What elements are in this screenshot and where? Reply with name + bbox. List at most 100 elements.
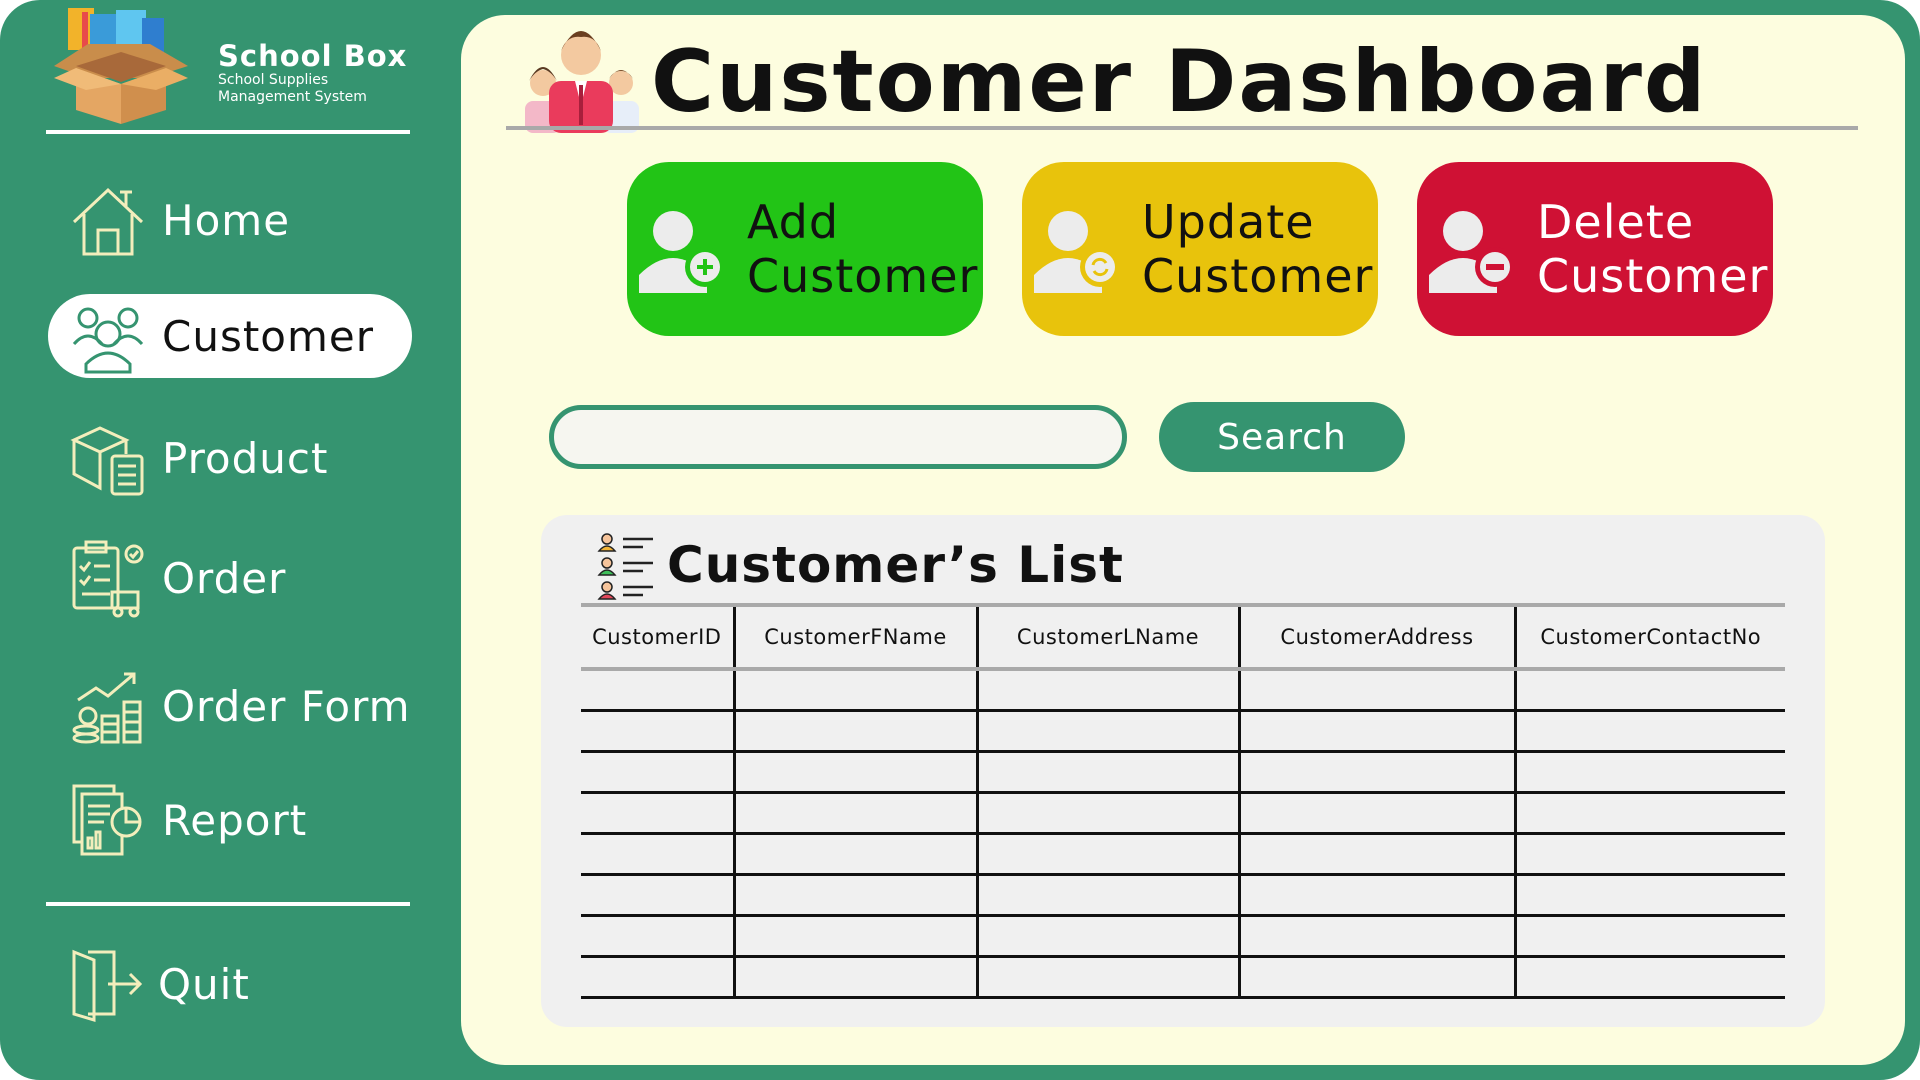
table-cell[interactable]	[732, 874, 977, 917]
table-cell[interactable]	[975, 956, 1239, 999]
main-panel: Customer Dashboard Add Customer Update C…	[461, 15, 1905, 1065]
table-row[interactable]	[581, 833, 1785, 876]
exit-door-icon	[72, 949, 143, 1023]
sidebar-item-report[interactable]: Report	[48, 778, 412, 862]
update-user-icon	[1034, 211, 1120, 293]
table-cell[interactable]	[1237, 874, 1515, 917]
title-divider	[506, 126, 1858, 130]
customer-table-wrapper: CustomerID CustomerFName CustomerLName C…	[581, 603, 1785, 999]
table-cell[interactable]	[1237, 833, 1515, 876]
table-cell[interactable]	[975, 792, 1239, 835]
delete-customer-label-line1: Delete	[1537, 195, 1695, 249]
table-cell[interactable]	[732, 710, 977, 753]
sidebar-divider-bottom	[46, 902, 410, 906]
table-cell[interactable]	[732, 833, 977, 876]
sidebar-item-customer[interactable]: Customer	[48, 294, 412, 378]
table-cell[interactable]	[975, 915, 1239, 958]
delete-customer-label: Delete Customer	[1537, 195, 1768, 303]
table-row[interactable]	[581, 915, 1785, 958]
quit-button[interactable]: Quit	[48, 942, 412, 1026]
table-cell[interactable]	[732, 915, 977, 958]
table-row[interactable]	[581, 956, 1785, 999]
sidebar-item-label-home: Home	[162, 195, 291, 245]
table-row[interactable]	[581, 792, 1785, 835]
table-cell[interactable]	[581, 915, 734, 958]
page-title: Customer Dashboard	[651, 32, 1708, 132]
app-window: School Box School Supplies Management Sy…	[0, 0, 1920, 1080]
table-cell[interactable]	[1513, 710, 1785, 753]
table-row[interactable]	[581, 710, 1785, 753]
table-cell[interactable]	[1237, 915, 1515, 958]
table-cell[interactable]	[1513, 751, 1785, 794]
sidebar-item-product[interactable]: Product	[48, 416, 412, 500]
table-row[interactable]	[581, 669, 1785, 712]
table-row[interactable]	[581, 751, 1785, 794]
delete-customer-button[interactable]: Delete Customer	[1417, 162, 1773, 336]
sidebar-item-home[interactable]: Home	[48, 178, 412, 262]
table-cell[interactable]	[975, 833, 1239, 876]
table-cell[interactable]	[732, 669, 977, 712]
table-cell[interactable]	[732, 751, 977, 794]
delete-user-icon	[1429, 211, 1515, 293]
customer-table-body	[581, 669, 1785, 999]
customer-list-card: Customer’s List CustomerID CustomerFName…	[541, 515, 1825, 1027]
column-header-customer-id[interactable]: CustomerID	[581, 603, 734, 671]
table-cell[interactable]	[1513, 833, 1785, 876]
add-user-icon	[639, 211, 725, 293]
table-cell[interactable]	[1237, 751, 1515, 794]
column-header-customer-lname[interactable]: CustomerLName	[975, 603, 1239, 671]
table-cell[interactable]	[975, 751, 1239, 794]
sidebar-divider-top	[46, 130, 410, 134]
table-cell[interactable]	[581, 956, 734, 999]
table-cell[interactable]	[1513, 956, 1785, 999]
quit-label: Quit	[158, 959, 250, 1009]
table-cell[interactable]	[1513, 669, 1785, 712]
sidebar-item-label-order: Order	[162, 553, 287, 603]
update-customer-button[interactable]: Update Customer	[1022, 162, 1378, 336]
order-clipboard-icon	[72, 540, 144, 618]
table-cell[interactable]	[581, 710, 734, 753]
column-header-customer-address[interactable]: CustomerAddress	[1237, 603, 1515, 671]
customer-group-icon	[525, 31, 639, 133]
add-customer-label: Add Customer	[747, 195, 978, 303]
update-customer-label-line2: Customer	[1142, 249, 1374, 303]
product-box-icon	[70, 426, 144, 496]
table-cell[interactable]	[1513, 792, 1785, 835]
table-cell[interactable]	[732, 956, 977, 999]
brand-subtitle-1: School Supplies	[218, 72, 329, 88]
sidebar-item-order[interactable]: Order	[48, 536, 412, 620]
sidebar-item-order-form[interactable]: Order Form	[48, 664, 412, 748]
table-cell[interactable]	[732, 792, 977, 835]
table-cell[interactable]	[581, 792, 734, 835]
home-icon	[72, 187, 144, 256]
table-cell[interactable]	[581, 669, 734, 712]
table-cell[interactable]	[581, 833, 734, 876]
column-header-customer-contact[interactable]: CustomerContactNo	[1513, 603, 1785, 671]
add-customer-label-line1: Add	[747, 195, 840, 249]
table-cell[interactable]	[581, 751, 734, 794]
table-cell[interactable]	[975, 874, 1239, 917]
table-cell[interactable]	[975, 669, 1239, 712]
table-cell[interactable]	[1237, 669, 1515, 712]
table-cell[interactable]	[581, 874, 734, 917]
table-cell[interactable]	[1237, 710, 1515, 753]
table-cell[interactable]	[1513, 915, 1785, 958]
search-button[interactable]: Search	[1159, 402, 1405, 472]
user-list-icon	[597, 533, 653, 600]
table-cell[interactable]	[1513, 874, 1785, 917]
sidebar-item-label-customer: Customer	[162, 311, 375, 361]
delete-customer-label-line2: Customer	[1537, 249, 1769, 303]
brand-logo: School Box School Supplies Management Sy…	[46, 6, 416, 126]
add-customer-button[interactable]: Add Customer	[627, 162, 983, 336]
table-cell[interactable]	[1237, 792, 1515, 835]
table-row[interactable]	[581, 874, 1785, 917]
update-customer-label-line1: Update	[1142, 195, 1315, 249]
customer-table[interactable]: CustomerID CustomerFName CustomerLName C…	[581, 603, 1785, 999]
table-cell[interactable]	[1237, 956, 1515, 999]
sidebar-item-label-order-form: Order Form	[162, 681, 411, 731]
table-cell[interactable]	[975, 710, 1239, 753]
customers-icon	[72, 307, 144, 374]
sidebar-item-label-report: Report	[162, 795, 308, 845]
column-header-customer-fname[interactable]: CustomerFName	[732, 603, 977, 671]
search-input[interactable]	[549, 405, 1127, 469]
